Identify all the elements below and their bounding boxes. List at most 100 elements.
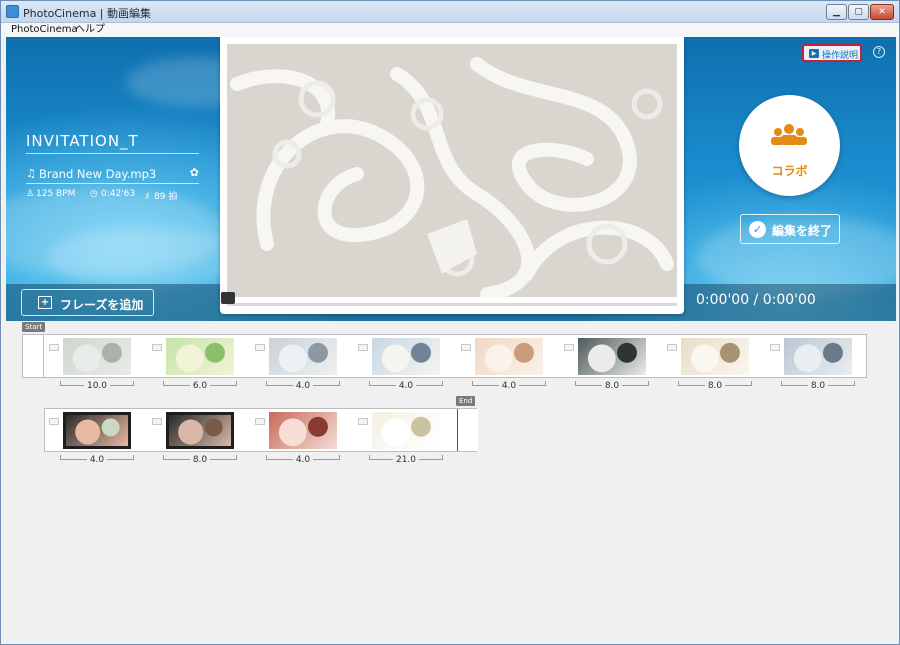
collab-button[interactable]: コラボ [739, 95, 840, 196]
clip-duration: 8.0 [163, 455, 237, 465]
timeline-clip[interactable] [251, 335, 354, 377]
clip-duration-value: 21.0 [392, 455, 420, 465]
timeline-row-2 [44, 408, 478, 452]
envelope-icon [255, 418, 265, 425]
beats-icon: ﾒ [145, 192, 150, 202]
timeline-clip[interactable] [251, 409, 354, 451]
help-label: 操作説明 [822, 51, 859, 61]
preview-image [227, 44, 677, 297]
photo-bride-thumb [269, 338, 337, 375]
clip-duration-value: 4.0 [292, 455, 314, 465]
timeline-clip[interactable] [148, 335, 251, 377]
app-window: PhotoCinema | 動画編集 ▁ ▢ ✕ PhotoCinema ヘルプ… [0, 0, 900, 645]
menu-bar: PhotoCinema ヘルプ [1, 23, 899, 37]
clip-duration-value: 4.0 [498, 381, 520, 391]
photo-lace-thumb [63, 338, 131, 375]
clip-duration-value: 4.0 [292, 381, 314, 391]
photo-invitation-card-thumb [372, 412, 440, 449]
add-phrase-button[interactable]: + フレーズを追加 [21, 289, 154, 316]
menu-help[interactable]: ヘルプ [75, 23, 105, 37]
play-icon: ▶ [809, 49, 819, 58]
project-title: INVITATION_T [26, 132, 199, 154]
playback-scrubber[interactable] [227, 303, 677, 306]
finish-edit-button[interactable]: ✓ 編集を終了 [740, 214, 840, 244]
clip-duration: 8.0 [575, 381, 649, 391]
editor-header: INVITATION_T ♫ Brand New Day.mp3 ✿ ♙ 125… [6, 37, 896, 321]
timeline-clip[interactable] [148, 409, 251, 451]
end-marker: End [456, 396, 476, 406]
timeline-clip[interactable] [457, 335, 560, 377]
clip-duration-value: 8.0 [189, 455, 211, 465]
timeline-clip[interactable] [766, 335, 869, 377]
timeline-clip[interactable] [45, 409, 148, 451]
envelope-icon [49, 418, 59, 425]
timecode: 0:00'00 / 0:00'00 [696, 292, 816, 308]
timeline-row-1 [22, 334, 867, 378]
finish-edit-label: 編集を終了 [772, 224, 833, 238]
title-bar: PhotoCinema | 動画編集 ▁ ▢ ✕ [1, 1, 899, 23]
timeline-clip[interactable] [663, 335, 766, 377]
envelope-icon [358, 344, 368, 351]
help-button[interactable]: ▶ 操作説明 [802, 44, 862, 62]
minimize-button[interactable]: ▁ [826, 4, 847, 20]
timeline-start-cap [23, 335, 44, 377]
clip-duration: 4.0 [369, 381, 443, 391]
envelope-icon [49, 344, 59, 351]
clip-duration-value: 4.0 [86, 455, 108, 465]
song-name: Brand New Day.mp3 [39, 167, 157, 181]
photo-friends-thumb [63, 412, 131, 449]
clip-duration: 4.0 [472, 381, 546, 391]
people-icon [771, 124, 807, 145]
beats-value: 89 拍 [154, 192, 178, 202]
metronome-icon: ♙ [26, 189, 35, 199]
collab-label: コラボ [771, 164, 808, 178]
envelope-icon [667, 344, 677, 351]
clip-duration: 4.0 [266, 381, 340, 391]
clip-duration: 4.0 [60, 455, 134, 465]
photo-interior-thumb [475, 338, 543, 375]
envelope-icon [152, 344, 162, 351]
bpm-value: 125 BPM [36, 189, 76, 199]
video-preview [220, 37, 684, 314]
timeline-end-cap [457, 409, 478, 451]
question-icon[interactable]: ? [873, 46, 885, 58]
clip-duration-value: 8.0 [704, 381, 726, 391]
clip-duration-value: 4.0 [395, 381, 417, 391]
photo-couple-frame-thumb [166, 412, 234, 449]
timeline-clip[interactable] [354, 335, 457, 377]
start-marker: Start [22, 322, 46, 332]
envelope-icon [152, 418, 162, 425]
clip-duration: 8.0 [781, 381, 855, 391]
timeline-clip[interactable] [354, 409, 457, 451]
photo-dark-collage-thumb [578, 338, 646, 375]
clip-duration: 6.0 [163, 381, 237, 391]
envelope-icon [358, 418, 368, 425]
menu-photocinema[interactable]: PhotoCinema [11, 23, 78, 37]
envelope-icon [255, 344, 265, 351]
envelope-icon [564, 344, 574, 351]
clip-duration: 10.0 [60, 381, 134, 391]
clip-duration-value: 8.0 [601, 381, 623, 391]
maximize-button[interactable]: ▢ [848, 4, 869, 20]
photo-couple-thumb [372, 338, 440, 375]
plus-icon: + [38, 296, 52, 309]
clip-duration-value: 8.0 [807, 381, 829, 391]
gear-icon[interactable]: ✿ [190, 166, 199, 179]
photo-floral-card-thumb [166, 338, 234, 375]
envelope-icon [770, 344, 780, 351]
close-button[interactable]: ✕ [870, 4, 894, 20]
timeline-clip[interactable] [45, 335, 148, 377]
photo-red-thumb [269, 412, 337, 449]
envelope-icon [461, 344, 471, 351]
clip-duration: 21.0 [369, 455, 443, 465]
clip-duration: 8.0 [678, 381, 752, 391]
duration-value: 0:42'63 [101, 189, 136, 199]
timeline-clip[interactable] [560, 335, 663, 377]
photo-window-couple-thumb [681, 338, 749, 375]
song-row[interactable]: ♫ Brand New Day.mp3 ✿ [26, 166, 199, 184]
scrubber-handle[interactable] [221, 292, 235, 304]
window-title: PhotoCinema | 動画編集 [23, 7, 152, 20]
app-icon [6, 5, 19, 18]
add-phrase-label: フレーズを追加 [60, 298, 144, 312]
clock-icon: ◷ [90, 189, 98, 199]
